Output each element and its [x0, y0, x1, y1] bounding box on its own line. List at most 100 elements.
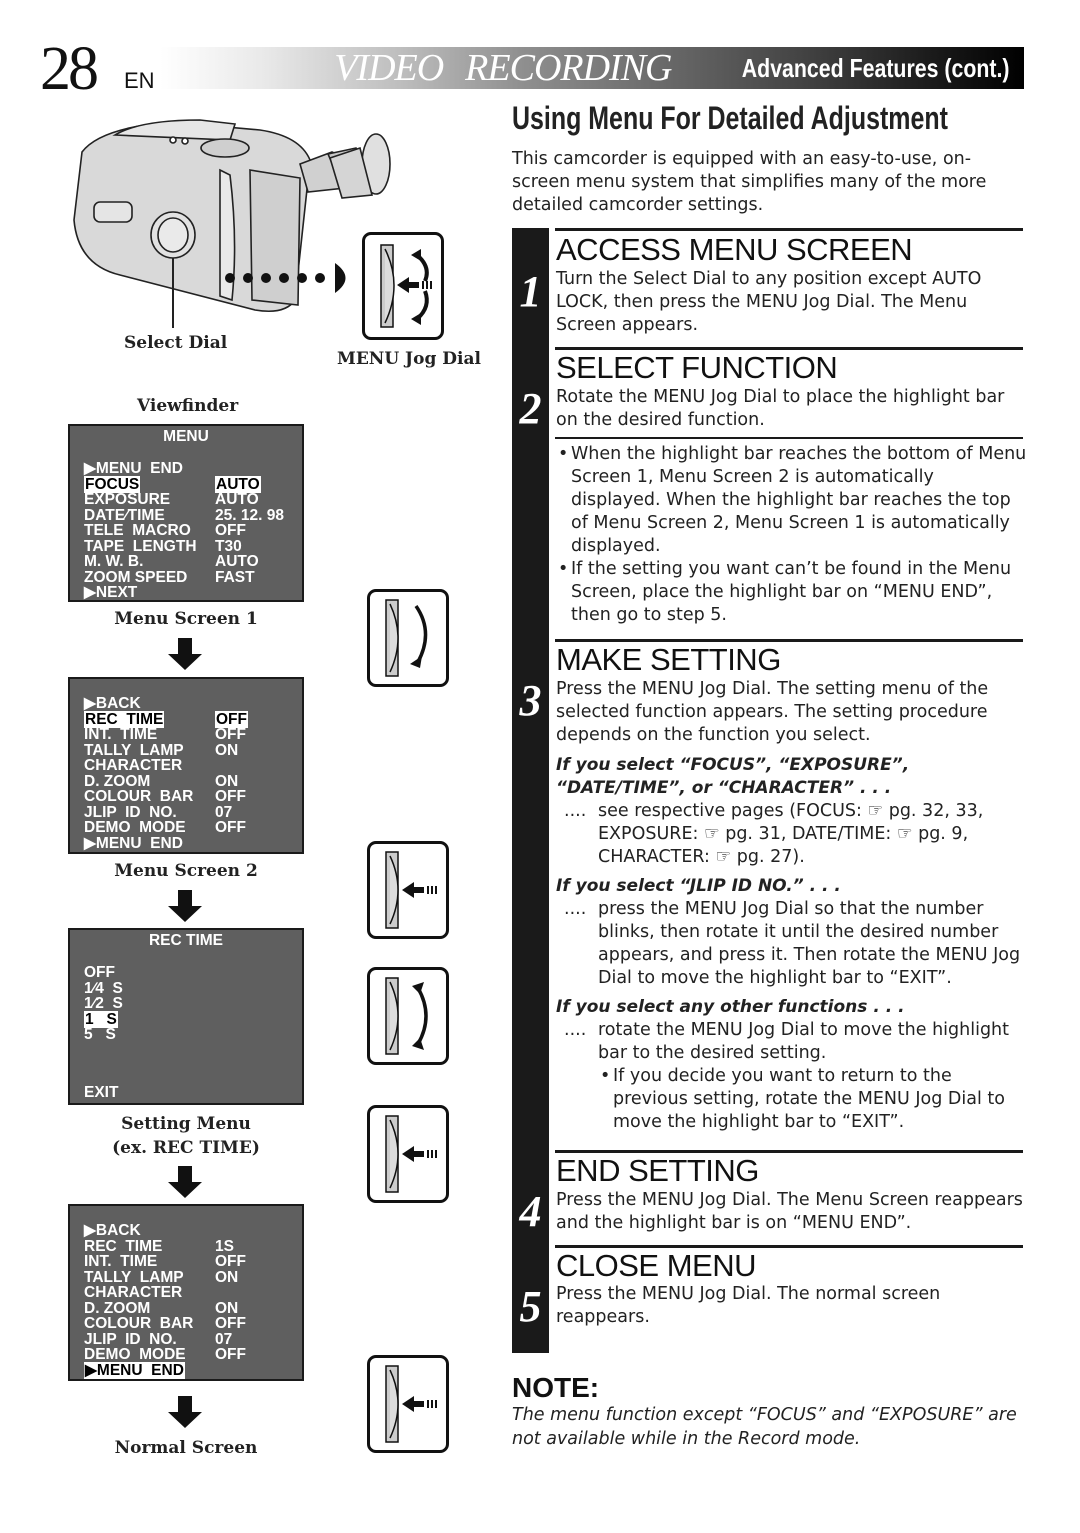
- menu-row-label: ZOOM SPEED: [84, 568, 188, 586]
- menu-screen-final: ▶BACK REC TIME 1S INT. TIME OFF TALLY LAMP ON C…: [68, 1204, 304, 1381]
- down-arrow-icon: [168, 890, 202, 922]
- menu-row-value: AUTO: [215, 491, 259, 508]
- jog-dial-rotate-both-illustration: [367, 967, 449, 1065]
- menu-screen-2: ▶BACK REC TIME OFF INT. TIME OFF TALLY LAMP ON…: [68, 677, 304, 854]
- menu-row: D. ZOOM ON: [70, 1299, 302, 1317]
- step-2-bullet: When the highlight bar reaches the botto…: [558, 443, 1028, 558]
- menu-row: EXPOSURE AUTO: [70, 492, 302, 508]
- menu-row-label: COLOUR BAR: [84, 788, 194, 805]
- menu-row: FOCUS AUTO: [70, 475, 302, 493]
- menu-row-value: OFF: [215, 726, 246, 743]
- header-title-recording: RECORDING: [465, 47, 672, 89]
- menu-row: COLOUR BAR OFF: [70, 1316, 302, 1332]
- menu-row: INT. TIME OFF: [70, 727, 302, 743]
- menu-row-label: ▶BACK: [84, 695, 141, 712]
- menu-row-label: ▶BACK: [84, 1222, 141, 1239]
- menu-row-value: OFF: [215, 522, 246, 539]
- menu-row: TELE MACRO OFF: [70, 523, 302, 539]
- setting-menu-caption-line2: (ex. REC TIME): [112, 1138, 260, 1158]
- menu-row-label: JLIP ID NO.: [84, 1330, 177, 1348]
- menu-row: D. ZOOM ON: [70, 772, 302, 790]
- case-body: .... press the MENU Jog Dial so that the …: [564, 899, 1021, 988]
- menu-row: CHARACTER: [70, 758, 302, 774]
- step-2-bullets: When the highlight bar reaches the botto…: [558, 443, 1028, 627]
- step-divider: [555, 228, 1023, 231]
- menu-row-value: 1S: [215, 1237, 234, 1255]
- menu-row-label: INT. TIME: [84, 1253, 158, 1270]
- step-5-number: 5: [519, 1282, 542, 1331]
- step-2-bullet: If the setting you want can’t be found i…: [558, 558, 1028, 627]
- menu-screen-1-caption: Menu Screen 1: [114, 609, 258, 629]
- setting-menu-title: REC TIME: [148, 932, 224, 949]
- viewfinder-label: Viewfinder: [137, 396, 239, 416]
- step-3-body: Press the MENU Jog Dial. The setting men…: [556, 679, 989, 745]
- case-body: .... rotate the MENU Jog Dial to move the…: [564, 1020, 1010, 1063]
- step-1-heading: ACCESS MENU SCREEN: [556, 232, 913, 267]
- menu-row-label: D. ZOOM: [84, 772, 151, 790]
- select-dial-label: Select Dial: [124, 333, 228, 353]
- page-number: 28: [40, 35, 99, 103]
- menu-row-value: OFF: [215, 1346, 246, 1363]
- menu-row-label: EXPOSURE: [84, 491, 171, 508]
- menu-row-label: M. W. B.: [84, 553, 144, 570]
- menu-row: DEMO MODE OFF: [70, 820, 302, 836]
- menu-row: M. W. B. AUTO: [70, 554, 302, 570]
- step-3-heading: MAKE SETTING: [556, 642, 781, 677]
- jog-dial-press-icon: [385, 1365, 437, 1443]
- menu-row-value: 07: [215, 803, 233, 821]
- step-4-number: 4: [519, 1187, 542, 1236]
- menu-row: CHARACTER: [70, 1285, 302, 1301]
- normal-screen-caption: Normal Screen: [114, 1438, 258, 1458]
- menu-row: DEMO MODE OFF: [70, 1347, 302, 1363]
- menu-row-label: COLOUR BAR: [84, 1315, 194, 1332]
- menu-row-label: DEMO MODE: [84, 1346, 186, 1363]
- setting-option: 5 S: [84, 1026, 116, 1043]
- menu-row: DATE∕TIME 25. 12. 98: [70, 507, 302, 524]
- menu-row-label: D. ZOOM: [84, 1299, 151, 1317]
- setting-option: 1 S: [84, 1010, 118, 1028]
- menu-row: ▶MENU END: [70, 461, 302, 477]
- menu-row: TAPE LENGTH T30: [70, 538, 302, 555]
- step-4-heading: END SETTING: [556, 1153, 759, 1188]
- menu-row-label: TALLY LAMP: [84, 1268, 184, 1286]
- header-title-subtitle: Advanced Features (cont.): [742, 52, 1010, 83]
- down-arrow-icon: [168, 638, 202, 670]
- menu-row-label: REC TIME: [84, 710, 165, 728]
- setting-menu-screen: REC TIME OFF 1∕4 S 1∕2 S1 S5 S EXIT: [68, 928, 304, 1105]
- menu-jog-dial-label: MENU Jog Dial: [337, 349, 481, 369]
- jog-dial-press-icon: [385, 1115, 437, 1193]
- jog-dial-press-illustration: [367, 1355, 449, 1453]
- setting-option: OFF: [84, 964, 115, 981]
- menu-row-label: CHARACTER: [84, 757, 183, 774]
- jog-dial-press-illustration: [367, 841, 449, 939]
- menu-row-label: DEMO MODE: [84, 819, 186, 836]
- menu-row: TALLY LAMP ON: [70, 1268, 302, 1286]
- menu-row: COLOUR BAR OFF: [70, 789, 302, 805]
- menu-screen-1-title: MENU: [163, 428, 209, 445]
- step-1-body: Turn the Select Dial to any position exc…: [556, 269, 982, 335]
- jog-dial-rotate-down-icon: [385, 599, 428, 677]
- step-3-cases: If you select “FOCUS”, “EXPOSURE”, “DATE…: [556, 754, 1026, 1134]
- menu-row-value: ON: [215, 1268, 239, 1286]
- menu-row: ▶MENU END: [70, 1361, 302, 1379]
- case-sub-bullet: If you decide you want to return to the …: [600, 1065, 1026, 1134]
- menu-row: ▶MENU END: [70, 834, 302, 852]
- page-language: EN: [124, 68, 155, 93]
- step-2-number: 2: [519, 384, 542, 433]
- menu-row-label: ▶MENU END: [84, 834, 183, 852]
- menu-row: JLIP ID NO. 07: [70, 1330, 302, 1348]
- step-5-body: Press the MENU Jog Dial. The normal scre…: [556, 1284, 941, 1327]
- menu-row-label: CHARACTER: [84, 1284, 183, 1301]
- menu-row-label: JLIP ID NO.: [84, 803, 177, 821]
- setting-option: 1∕4 S: [84, 979, 123, 997]
- chapter-header-bar: VIDEO RECORDING Advanced Features (cont.…: [160, 47, 1024, 89]
- menu-row: ▶BACK: [70, 696, 302, 712]
- menu-row: REC TIME OFF: [70, 710, 302, 728]
- note-title: NOTE:: [512, 1372, 600, 1403]
- menu-row: ▶BACK: [70, 1223, 302, 1239]
- jog-dial-rotate-both-icon: [385, 977, 428, 1055]
- menu-row-value: OFF: [215, 819, 246, 836]
- menu-row: ZOOM SPEED FAST: [70, 568, 302, 586]
- note-text: The menu function except “FOCUS” and “EX…: [512, 1405, 1017, 1449]
- menu-row: JLIP ID NO. 07: [70, 803, 302, 821]
